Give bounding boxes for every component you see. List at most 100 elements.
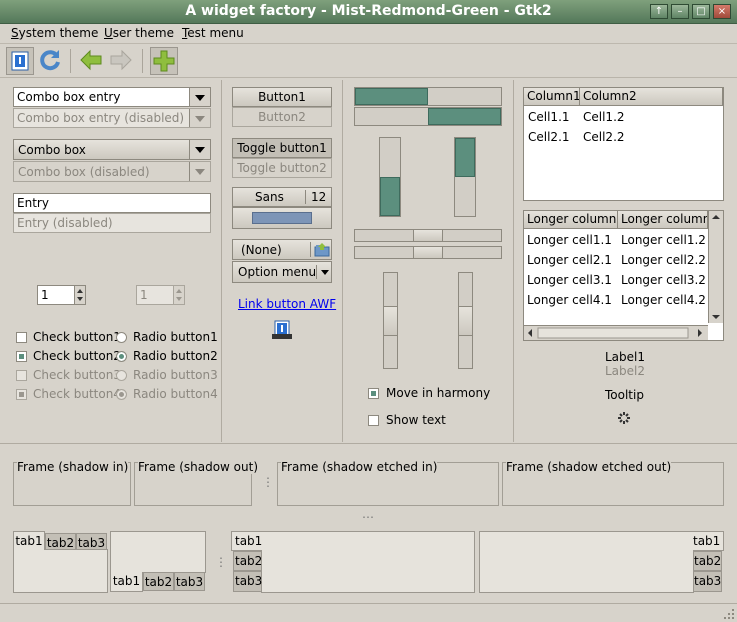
title-bar[interactable]: A widget factory - Mist-Redmond-Green - …: [0, 0, 737, 24]
tree-cell[interactable]: Longer cell3.1: [527, 273, 612, 287]
vscale-2[interactable]: [458, 272, 473, 369]
vscale-1[interactable]: [383, 272, 398, 369]
show-text-label[interactable]: Show text: [386, 413, 446, 427]
shade-button[interactable]: ↑: [650, 4, 668, 19]
check-button1-label[interactable]: Check button1: [33, 330, 121, 344]
column-header[interactable]: Column2: [580, 88, 723, 106]
tab-2[interactable]: tab2: [233, 551, 262, 571]
menu-label: ystem theme: [18, 26, 99, 40]
info-tool-button[interactable]: [6, 47, 34, 75]
minimize-button[interactable]: –: [671, 4, 689, 19]
add-tool-button[interactable]: [150, 47, 178, 75]
move-in-harmony-label[interactable]: Move in harmony: [386, 386, 490, 400]
file-chooser-label: (None): [241, 243, 282, 257]
entry-field[interactable]: Entry: [13, 193, 211, 213]
menu-user-theme[interactable]: User theme: [104, 26, 174, 40]
font-button[interactable]: Sans 12: [232, 187, 332, 207]
tooltip-label[interactable]: Tooltip: [605, 388, 644, 402]
tree-cell[interactable]: Longer cell4.1: [527, 293, 612, 307]
combo-box-entry[interactable]: Combo box entry: [13, 87, 211, 107]
combo-box[interactable]: Combo box: [13, 139, 211, 160]
combo-box-entry-disabled: Combo box entry (disabled): [13, 108, 211, 128]
show-text-check[interactable]: [368, 415, 379, 426]
radio-button2-label[interactable]: Radio button2: [133, 349, 218, 363]
toggle-button1[interactable]: Toggle button1: [232, 138, 332, 158]
refresh-tool-button[interactable]: [37, 47, 65, 75]
progress-bar-v1: [379, 137, 401, 217]
slider-handle[interactable]: [458, 306, 473, 336]
menu-system-theme[interactable]: System theme: [11, 26, 98, 40]
progress-bar-h1: [354, 87, 502, 106]
tree-view-1[interactable]: Column1 Column2 Cell1.1 Cell1.2 Cell2.1 …: [523, 87, 724, 201]
frame-shadow-etched-out: Frame (shadow etched out): [502, 460, 724, 506]
tree-cell[interactable]: Longer cell3.2: [621, 273, 706, 287]
column-header[interactable]: Longer column2: [618, 211, 708, 229]
vertical-scrollbar[interactable]: [708, 211, 723, 323]
slider-handle[interactable]: [383, 306, 398, 336]
check-button2[interactable]: [16, 351, 27, 362]
close-button[interactable]: ×: [713, 4, 731, 19]
forward-tool-button[interactable]: [108, 47, 136, 75]
move-in-harmony-check[interactable]: [368, 388, 379, 399]
chevron-down-icon[interactable]: [189, 88, 210, 106]
toolbar: [0, 44, 737, 78]
color-button[interactable]: [232, 207, 332, 229]
tree-cell[interactable]: Longer cell4.2: [621, 293, 706, 307]
column-header[interactable]: Longer column1: [524, 211, 618, 229]
check-button2-label[interactable]: Check button2: [33, 349, 121, 363]
pane-handle[interactable]: ⋯: [362, 510, 374, 524]
pane-handle[interactable]: ⋮: [262, 475, 274, 489]
back-tool-button[interactable]: [78, 47, 106, 75]
button1[interactable]: Button1: [232, 87, 332, 107]
radio-button1-label[interactable]: Radio button1: [133, 330, 218, 344]
horizontal-scrollbar[interactable]: [524, 325, 708, 340]
notebook-page: [110, 531, 206, 573]
link-button[interactable]: Link button AWF: [238, 297, 336, 311]
tab-1[interactable]: tab1: [110, 572, 143, 592]
tree-cell[interactable]: Cell2.1: [528, 130, 570, 144]
column-header[interactable]: Column1: [524, 88, 580, 106]
frame-label: Frame (shadow etched in): [281, 460, 438, 474]
chevron-down-icon: [321, 270, 329, 275]
tree-view-2[interactable]: Longer column1 Longer column2 Longer cel…: [523, 210, 724, 341]
maximize-button[interactable]: □: [692, 4, 710, 19]
tab-1[interactable]: tab1: [693, 531, 724, 551]
slider-handle[interactable]: [413, 246, 443, 259]
tree-cell[interactable]: Longer cell2.1: [527, 253, 612, 267]
menu-test[interactable]: Test menu: [182, 26, 244, 40]
button2: Button2: [232, 107, 332, 127]
tree-cell[interactable]: Cell2.2: [583, 130, 625, 144]
tree-cell[interactable]: Longer cell1.2: [621, 233, 706, 247]
dialog-info-icon: [11, 51, 29, 71]
tab-3[interactable]: tab3: [233, 571, 262, 592]
tree-cell[interactable]: Longer cell1.1: [527, 233, 612, 247]
hscale-1[interactable]: [354, 229, 502, 242]
option-menu[interactable]: Option menu: [232, 261, 332, 283]
tree-cell[interactable]: Longer cell2.2: [621, 253, 706, 267]
radio-button2[interactable]: [116, 351, 127, 362]
frame-shadow-out: Frame (shadow out): [134, 460, 259, 506]
tab-2[interactable]: tab2: [45, 533, 76, 550]
back-arrow-icon: [80, 49, 102, 71]
file-chooser-button[interactable]: (None): [232, 239, 332, 260]
hscale-2[interactable]: [354, 246, 502, 259]
spin-button[interactable]: 1: [37, 285, 86, 305]
tree-cell[interactable]: Cell1.1: [528, 110, 570, 124]
tab-1[interactable]: tab1: [13, 531, 45, 550]
toggle-button2: Toggle button2: [232, 158, 332, 178]
tab-2[interactable]: tab2: [143, 572, 174, 591]
menu-bar: System theme User theme Test menu: [0, 24, 737, 44]
radio-button1[interactable]: [116, 332, 127, 343]
tab-2[interactable]: tab2: [693, 551, 722, 571]
slider-handle[interactable]: [413, 229, 443, 242]
check-button1[interactable]: [16, 332, 27, 343]
tab-3[interactable]: tab3: [76, 533, 107, 550]
tab-3[interactable]: tab3: [174, 572, 205, 591]
tree-cell[interactable]: Cell1.2: [583, 110, 625, 124]
tab-3[interactable]: tab3: [693, 571, 722, 592]
spin-arrows-icon[interactable]: [74, 286, 85, 304]
tab-1[interactable]: tab1: [231, 531, 262, 551]
pane-handle[interactable]: ⋮: [215, 555, 227, 569]
menu-label: est menu: [187, 26, 244, 40]
resize-grip-icon[interactable]: [722, 607, 735, 620]
